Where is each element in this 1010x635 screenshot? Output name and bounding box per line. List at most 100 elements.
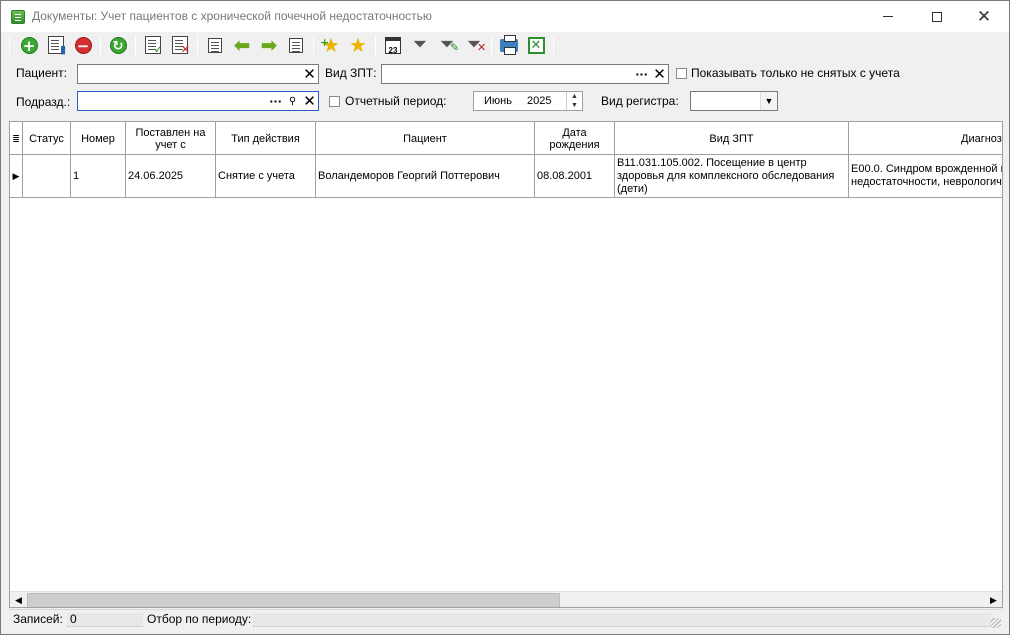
- subdivision-search-button[interactable]: ⚲: [284, 92, 301, 110]
- documents-grid[interactable]: ≣ Статус Номер Поставлен на учет с Тип д…: [9, 121, 1003, 608]
- chevron-down-icon[interactable]: ▼: [760, 92, 777, 110]
- scroll-left-icon[interactable]: ◀: [10, 592, 27, 607]
- scroll-thumb[interactable]: [27, 593, 560, 607]
- patient-clear-button[interactable]: ✕: [301, 65, 318, 83]
- resize-grip-icon[interactable]: [991, 618, 1001, 628]
- filter-clear-icon: ⏷ ✕: [466, 34, 487, 55]
- minimize-button[interactable]: [865, 1, 911, 32]
- add-button[interactable]: +: [18, 34, 40, 56]
- records-label: Записей:: [13, 612, 63, 626]
- period-year: 2025: [527, 95, 552, 107]
- copy-button[interactable]: [204, 34, 226, 56]
- close-button[interactable]: ✕: [961, 1, 1007, 32]
- cell-zpt-type: B11.031.105.002. Посещение в центр здоро…: [615, 155, 849, 198]
- clear-icon: ✕: [303, 65, 316, 83]
- print-button[interactable]: [498, 34, 520, 56]
- cell-action-type: Снятие с учета: [216, 155, 316, 198]
- favorite-icon: ★: [349, 33, 367, 57]
- refresh-icon: ↻: [109, 36, 127, 54]
- search-icon: ⚲: [288, 95, 297, 107]
- toolbar: + ▮ − ↻ ✓ ✕ ⬅ ➡ ★ + ★ 23 ⏷ ⏷ ✎ ⏷ ✕ ✕: [9, 32, 1003, 59]
- column-header-birth-date[interactable]: Дата рождения: [535, 122, 615, 155]
- prev-icon: ⬅: [233, 33, 251, 57]
- subdivision-clear-button[interactable]: ✕: [301, 92, 318, 110]
- favorite-add-button[interactable]: ★ +: [320, 34, 342, 56]
- move-icon: [289, 37, 303, 53]
- period-month: Июнь: [484, 95, 512, 107]
- copy-icon: [208, 37, 222, 53]
- grid-header: ≣ Статус Номер Поставлен на учет с Тип д…: [10, 122, 1002, 155]
- close-icon: ✕: [976, 6, 992, 27]
- column-header-zpt-type[interactable]: Вид ЗПТ: [615, 122, 849, 155]
- delete-button[interactable]: −: [72, 34, 94, 56]
- column-header-diagnosis[interactable]: Диагноз: [849, 122, 1002, 155]
- period-spinner[interactable]: ▲ ▼: [566, 92, 582, 110]
- period-picker[interactable]: Июнь 2025 ▲ ▼: [473, 91, 583, 111]
- register-type-select[interactable]: ▼: [690, 91, 778, 111]
- window-title: Документы: Учет пациентов с хронической …: [32, 9, 432, 23]
- unapprove-button[interactable]: ✕: [169, 34, 191, 56]
- subdivision-select-button[interactable]: ···: [267, 92, 284, 110]
- edit-icon: ▮: [48, 36, 66, 55]
- zpt-field[interactable]: ··· ✕: [381, 64, 669, 84]
- column-header-registered-from[interactable]: Поставлен на учет с: [126, 122, 216, 155]
- toolbar-separator: [375, 35, 376, 55]
- show-not-removed-label[interactable]: Показывать только не снятых с учета: [691, 66, 900, 80]
- spin-up-icon[interactable]: ▲: [567, 92, 582, 101]
- calendar-icon: 23: [385, 36, 401, 54]
- column-header-status[interactable]: Статус: [23, 122, 71, 155]
- report-period-label[interactable]: Отчетный период:: [345, 94, 446, 108]
- toolbar-separator: [135, 35, 136, 55]
- row-indicator-icon: ▶: [10, 155, 23, 198]
- column-header-patient[interactable]: Пациент: [316, 122, 535, 155]
- main-window: Документы: Учет пациентов с хронической …: [0, 0, 1010, 635]
- clear-icon: ✕: [653, 65, 666, 83]
- column-header-number[interactable]: Номер: [71, 122, 126, 155]
- records-value: 0: [70, 612, 77, 626]
- zpt-clear-button[interactable]: ✕: [651, 65, 668, 83]
- favorite-button[interactable]: ★: [347, 34, 369, 56]
- report-period-checkbox[interactable]: [329, 96, 340, 107]
- next-button[interactable]: ➡: [258, 34, 280, 56]
- filter-edit-icon: ⏷ ✎: [439, 34, 460, 55]
- patient-field[interactable]: ✕: [77, 64, 319, 84]
- toolbar-separator: [553, 35, 554, 55]
- prev-button[interactable]: ⬅: [231, 34, 253, 56]
- title-bar: Документы: Учет пациентов с хронической …: [1, 1, 1009, 32]
- column-chooser-icon[interactable]: ≣: [10, 122, 23, 155]
- app-icon: [11, 10, 25, 24]
- cell-birth-date: 08.08.2001: [535, 155, 615, 198]
- cell-number: 1: [71, 155, 126, 198]
- show-not-removed-checkbox[interactable]: [676, 68, 687, 79]
- column-header-action-type[interactable]: Тип действия: [216, 122, 316, 155]
- filter-clear-button[interactable]: ⏷ ✕: [463, 34, 487, 56]
- patient-label: Пациент:: [16, 66, 68, 80]
- horizontal-scrollbar[interactable]: ◀ ▶: [10, 591, 1002, 607]
- toolbar-separator: [100, 35, 101, 55]
- maximize-icon: [932, 11, 942, 22]
- toolbar-separator: [9, 35, 10, 55]
- records-field: 0: [67, 612, 143, 627]
- ellipsis-icon: ···: [269, 94, 282, 108]
- excel-export-button[interactable]: ✕: [525, 34, 547, 56]
- subdivision-field[interactable]: ··· ⚲ ✕: [77, 91, 319, 111]
- cell-patient: Воландеморов Георгий Поттерович: [316, 155, 535, 198]
- filter-button[interactable]: ⏷: [409, 34, 431, 56]
- edit-button[interactable]: ▮: [45, 34, 67, 56]
- refresh-button[interactable]: ↻: [107, 34, 129, 56]
- toolbar-separator: [313, 35, 314, 55]
- approve-button[interactable]: ✓: [142, 34, 164, 56]
- subdivision-label: Подразд.:: [16, 95, 71, 109]
- status-bar: Записей: 0 Отбор по периоду:: [9, 609, 1003, 628]
- zpt-select-button[interactable]: ···: [633, 65, 650, 83]
- calendar-button[interactable]: 23: [382, 34, 404, 56]
- filter-edit-button[interactable]: ⏷ ✎: [436, 34, 460, 56]
- next-icon: ➡: [260, 33, 278, 57]
- scroll-right-icon[interactable]: ▶: [985, 592, 1002, 607]
- table-row[interactable]: ▶ 1 24.06.2025 Снятие с учета Воландемор…: [10, 155, 1002, 198]
- toolbar-separator: [197, 35, 198, 55]
- maximize-button[interactable]: [914, 1, 960, 32]
- move-button[interactable]: [285, 34, 307, 56]
- zpt-label: Вид ЗПТ:: [325, 66, 377, 80]
- spin-down-icon[interactable]: ▼: [567, 101, 582, 110]
